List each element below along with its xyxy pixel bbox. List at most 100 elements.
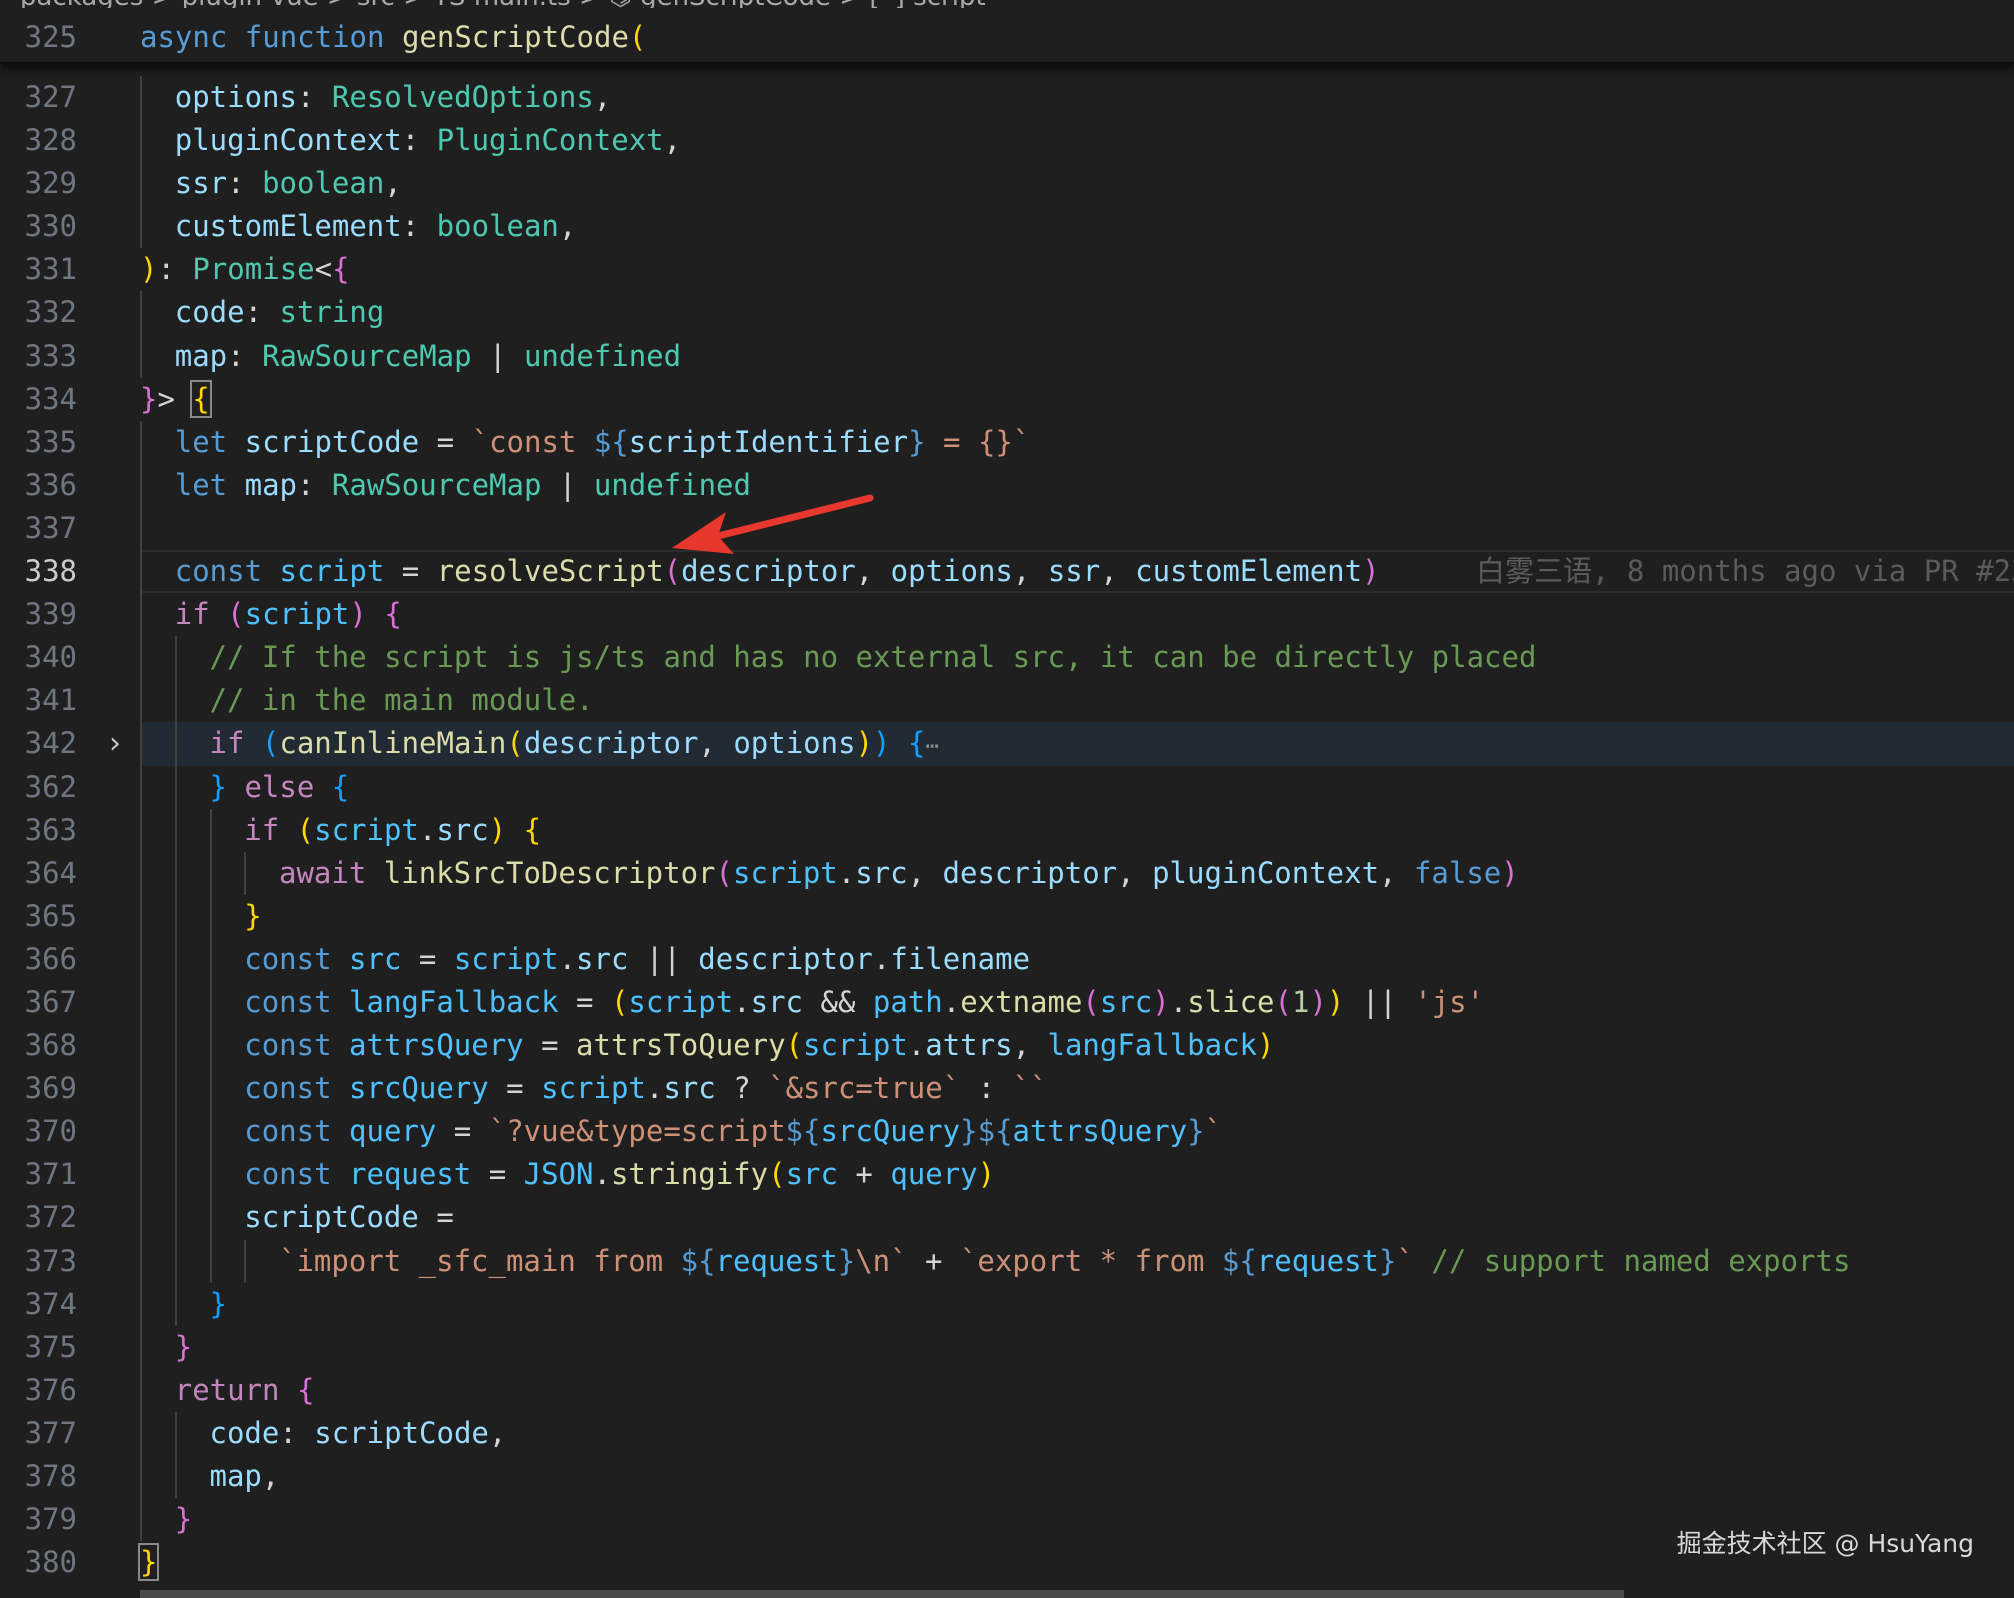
line-number[interactable]: 370 bbox=[0, 1110, 77, 1153]
code-text: // in the main module. bbox=[210, 679, 594, 722]
code-line[interactable]: 375} bbox=[0, 1325, 2014, 1369]
code-text: if (script) { bbox=[175, 593, 402, 636]
code-line[interactable]: 374} bbox=[0, 1282, 2014, 1326]
line-number[interactable]: 378 bbox=[0, 1455, 77, 1498]
code-line[interactable]: 329 ssr: boolean, bbox=[0, 162, 2014, 206]
code-text: code: string bbox=[175, 291, 385, 334]
line-number[interactable]: 375 bbox=[0, 1326, 77, 1369]
line-number[interactable]: 328 bbox=[0, 119, 77, 162]
line-number[interactable]: 329 bbox=[0, 162, 77, 205]
code-line[interactable]: 335 let scriptCode = `const ${scriptIdent… bbox=[0, 420, 2014, 464]
line-number[interactable]: 338 bbox=[0, 550, 77, 593]
code-token: map bbox=[174, 338, 228, 373]
code-line[interactable]: 339 if (script) { bbox=[0, 593, 2014, 637]
breadcrumb[interactable]: packages > plugin-vue > src > TS main.ts… bbox=[0, 0, 2014, 8]
code-line[interactable]: 332 code: string bbox=[0, 291, 2014, 335]
code-line[interactable]: 362} else { bbox=[0, 765, 2014, 809]
code-line[interactable]: 334}> { bbox=[0, 378, 2014, 421]
line-number[interactable]: 364 bbox=[0, 852, 77, 895]
line-number[interactable]: 339 bbox=[0, 593, 77, 636]
line-number[interactable]: 374 bbox=[0, 1283, 77, 1326]
line-number[interactable]: 334 bbox=[0, 378, 77, 421]
code-token: ( bbox=[227, 597, 245, 632]
line-number[interactable]: 377 bbox=[0, 1412, 77, 1455]
code-line[interactable]: 327 options: ResolvedOptions, bbox=[0, 76, 2014, 120]
code-line[interactable]: 333 map: RawSourceMap | undefined bbox=[0, 334, 2014, 378]
line-number[interactable]: 337 bbox=[0, 507, 77, 550]
horizontal-scrollbar[interactable] bbox=[140, 1590, 1624, 1598]
line-number[interactable]: 367 bbox=[0, 981, 77, 1024]
line-number[interactable]: 369 bbox=[0, 1067, 77, 1110]
line-number[interactable]: 365 bbox=[0, 895, 77, 938]
code-token: ${ bbox=[785, 1114, 821, 1149]
line-number[interactable]: 368 bbox=[0, 1024, 77, 1067]
code-line[interactable]: 377 code: scriptCode, bbox=[0, 1411, 2014, 1455]
line-number[interactable]: 372 bbox=[0, 1196, 77, 1239]
code-line[interactable]: 338 const script = resolveScript(descript… bbox=[0, 550, 2014, 594]
code-line[interactable]: 336 let map: RawSourceMap | undefined bbox=[0, 463, 2014, 507]
code-line[interactable]: 372 scriptCode = bbox=[0, 1196, 2014, 1240]
line-number[interactable]: 331 bbox=[0, 248, 77, 291]
line-number[interactable]: 336 bbox=[0, 464, 77, 507]
indent-guide bbox=[174, 894, 177, 938]
code-editor[interactable]: 327 options: ResolvedOptions, 328 pluginCon… bbox=[0, 76, 2014, 1584]
code-line[interactable]: 328 pluginContext: PluginContext, bbox=[0, 119, 2014, 163]
code-line[interactable]: 337 bbox=[0, 506, 2014, 551]
line-number[interactable]: 340 bbox=[0, 636, 77, 679]
git-blame-annotation[interactable]: 白雾三语, 8 months ago via PR #23 bbox=[1476, 550, 2014, 593]
code-line[interactable]: 368 const attrsQuery = attrsToQuery(scrip… bbox=[0, 1024, 2014, 1068]
code-token: = bbox=[558, 984, 611, 1019]
line-number[interactable]: 371 bbox=[0, 1153, 77, 1196]
line-number[interactable]: 376 bbox=[0, 1369, 77, 1412]
line-number[interactable]: 341 bbox=[0, 679, 77, 722]
code-line[interactable]: 366 const src = script.src || descriptor.… bbox=[0, 937, 2014, 981]
code-line[interactable]: 371 const request = JSON.stringify(src + … bbox=[0, 1153, 2014, 1197]
line-number[interactable]: 335 bbox=[0, 421, 77, 464]
line-number[interactable]: 342 bbox=[0, 722, 77, 765]
code-token: . bbox=[733, 984, 751, 1019]
code-line[interactable]: 369 const srcQuery = script.src ? `&src=t… bbox=[0, 1067, 2014, 1111]
code-line[interactable]: 331): Promise<{ bbox=[0, 248, 2014, 291]
chevron-right-icon[interactable]: › bbox=[100, 722, 130, 765]
line-number[interactable]: 327 bbox=[0, 76, 77, 119]
code-line[interactable]: 373 `import _sfc_main from ${request}\n` … bbox=[0, 1239, 2014, 1283]
code-token: , bbox=[1100, 554, 1136, 589]
code-line[interactable]: 342 › if (canInlineMain(descriptor, option… bbox=[0, 722, 2014, 766]
code-line[interactable]: 363 if (script.src) { bbox=[0, 808, 2014, 852]
code-line[interactable]: 330 customElement: boolean, bbox=[0, 205, 2014, 249]
indent-guide bbox=[209, 1067, 212, 1111]
code-line[interactable]: 378 map, bbox=[0, 1455, 2014, 1499]
code-text: } bbox=[210, 1283, 227, 1326]
line-number[interactable]: 373 bbox=[0, 1240, 77, 1283]
sticky-code-line: async function genScriptCode( bbox=[140, 16, 646, 59]
line-number[interactable]: 362 bbox=[0, 766, 77, 809]
line-number[interactable]: 330 bbox=[0, 205, 77, 248]
code-line[interactable]: 365} bbox=[0, 894, 2014, 938]
code-line[interactable]: 367 const langFallback = (script.src && p… bbox=[0, 980, 2014, 1025]
code-token: && bbox=[803, 984, 873, 1019]
code-line[interactable]: 376 return { bbox=[0, 1368, 2014, 1412]
code-token: descriptor bbox=[523, 726, 699, 761]
line-number[interactable]: 379 bbox=[0, 1498, 77, 1541]
code-line[interactable]: 341 // in the main module. bbox=[0, 679, 2014, 723]
code-token: ( bbox=[261, 726, 280, 761]
line-number[interactable]: 333 bbox=[0, 335, 77, 378]
line-number[interactable]: 332 bbox=[0, 291, 77, 334]
code-token: scriptCode bbox=[314, 1415, 489, 1450]
code-token: const bbox=[244, 1157, 332, 1192]
code-line[interactable]: 370 const query = `?vue&type=script${srcQ… bbox=[0, 1110, 2014, 1154]
code-line[interactable]: 364 await linkSrcToDescriptor(script.src,… bbox=[0, 851, 2014, 895]
code-token: linkSrcToDescriptor bbox=[383, 855, 716, 890]
indent-guide bbox=[174, 1455, 177, 1499]
code-text: `import _sfc_main from ${request}\n` + `… bbox=[279, 1240, 1850, 1283]
line-number[interactable]: 366 bbox=[0, 938, 77, 981]
sticky-scroll-header[interactable]: 325 async function genScriptCode( bbox=[0, 18, 2014, 64]
code-line[interactable]: 340 // If the script is js/ts and has no … bbox=[0, 636, 2014, 680]
code-token: : bbox=[227, 166, 263, 201]
line-number[interactable]: 363 bbox=[0, 809, 77, 852]
code-token: boolean bbox=[262, 166, 385, 201]
line-number[interactable]: 380 bbox=[0, 1541, 77, 1584]
code-token: PluginContext bbox=[436, 123, 664, 158]
breadcrumb-path[interactable]: packages > plugin-vue > src > TS main.ts… bbox=[20, 0, 986, 8]
